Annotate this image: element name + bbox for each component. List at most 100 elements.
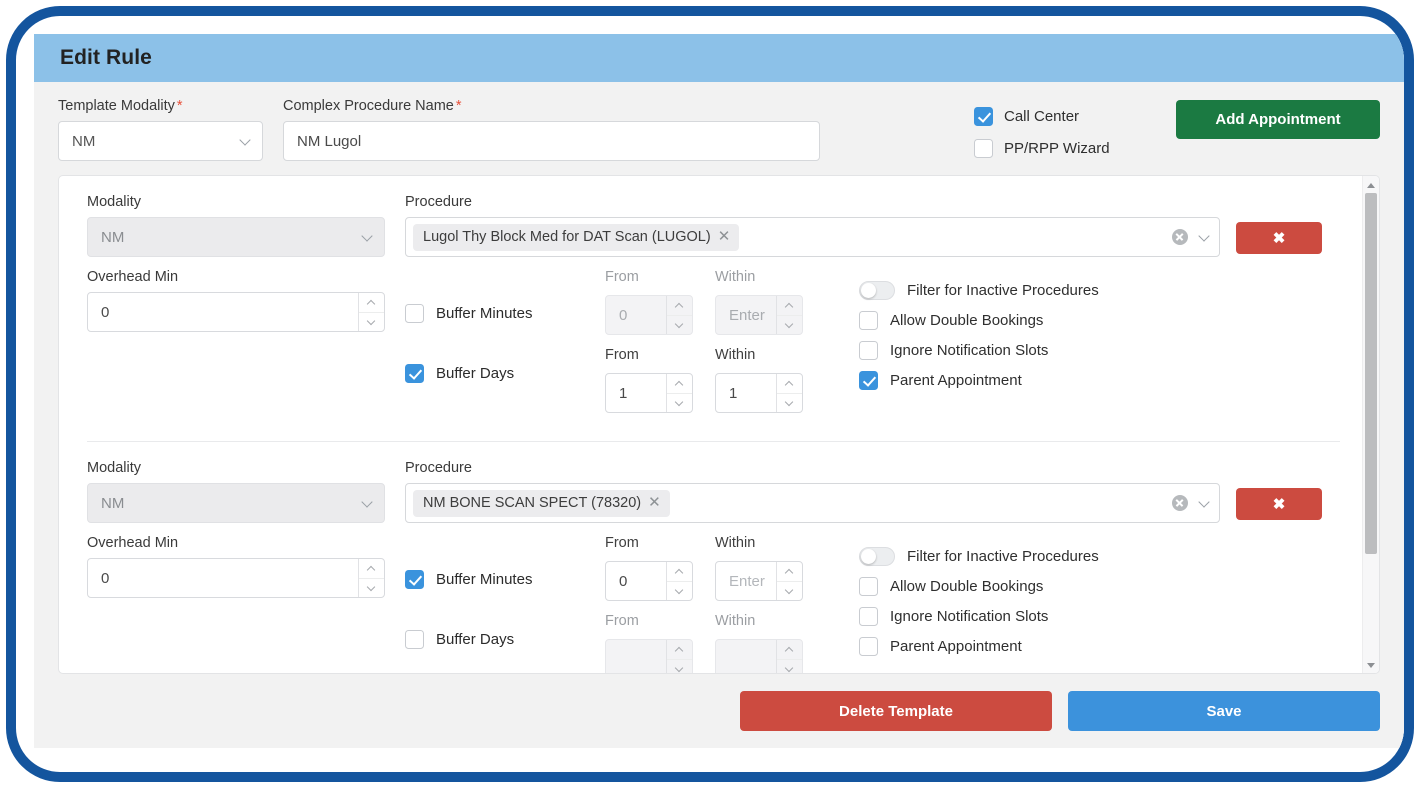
stepper-up-button[interactable]: [777, 562, 802, 581]
buffer-minutes-within-stepper[interactable]: Enter: [715, 295, 803, 335]
stepper-up-button[interactable]: [777, 640, 802, 659]
page-title: Edit Rule: [60, 46, 152, 69]
remove-procedure-button[interactable]: ✖: [1236, 222, 1322, 254]
stepper-down-button[interactable]: [777, 581, 802, 600]
clear-icon[interactable]: [1172, 229, 1188, 245]
allow-double-bookings-row[interactable]: Allow Double Bookings: [859, 571, 1340, 601]
complex-procedure-name-input[interactable]: [283, 121, 820, 161]
tag-remove-icon[interactable]: ✕: [648, 495, 661, 510]
procedure-tag-label: NM BONE SCAN SPECT (78320): [423, 494, 642, 511]
parent-appointment-checkbox[interactable]: [859, 636, 878, 656]
row-procedure-field: Procedure Lugol Thy Block Med for DAT Sc…: [405, 194, 1220, 257]
call-center-label: Call Center: [1004, 107, 1080, 125]
call-center-checkbox-row[interactable]: Call Center: [974, 100, 1110, 132]
row-modality-select[interactable]: NM: [87, 217, 385, 257]
save-button[interactable]: Save: [1068, 691, 1380, 731]
buffer-days-within-stepper[interactable]: [715, 639, 803, 673]
stepper-down-button[interactable]: [667, 315, 692, 334]
buffer-days-from-label: From: [605, 613, 639, 629]
scroll-down-button[interactable]: [1363, 656, 1379, 673]
allow-double-bookings-checkbox[interactable]: [859, 310, 878, 330]
ignore-notification-slots-row[interactable]: Ignore Notification Slots: [859, 601, 1340, 631]
buffer-days-from-stepper[interactable]: [605, 639, 693, 673]
buffer-days-from-stepper[interactable]: 1: [605, 373, 693, 413]
add-appointment-button[interactable]: Add Appointment: [1176, 100, 1380, 139]
parent-appointment-row[interactable]: Parent Appointment: [859, 365, 1340, 395]
buffer-days-checkbox-row[interactable]: Buffer Days: [405, 343, 605, 403]
parent-appointment-row[interactable]: Parent Appointment: [859, 631, 1340, 661]
stepper-down-button[interactable]: [777, 659, 802, 673]
ignore-notification-slots-checkbox[interactable]: [859, 606, 878, 626]
allow-double-bookings-checkbox[interactable]: [859, 576, 878, 596]
filter-inactive-row[interactable]: Filter for Inactive Procedures: [859, 275, 1340, 305]
template-modality-value: NM: [72, 132, 96, 150]
overhead-min-stepper[interactable]: 0: [87, 292, 385, 332]
buffer-days-within-value: [716, 640, 776, 673]
buffer-days-within-label: Within: [715, 347, 756, 363]
buffer-days-label: Buffer Days: [436, 630, 515, 648]
edit-rule-dialog: Edit Rule Template Modality * NM Complex …: [34, 34, 1404, 748]
required-asterisk: *: [455, 98, 462, 114]
stepper-down-button[interactable]: [777, 315, 802, 334]
buffer-minutes-checkbox[interactable]: [405, 303, 424, 323]
allow-double-bookings-row[interactable]: Allow Double Bookings: [859, 305, 1340, 335]
buffer-minutes-checkbox[interactable]: [405, 569, 424, 589]
stepper-down-button[interactable]: [667, 393, 692, 412]
filter-inactive-row[interactable]: Filter for Inactive Procedures: [859, 541, 1340, 571]
template-modality-select[interactable]: NM: [58, 121, 263, 161]
stepper-down-button[interactable]: [359, 578, 384, 597]
stepper-up-button[interactable]: [777, 374, 802, 393]
stepper-down-button[interactable]: [777, 393, 802, 412]
stepper-up-button[interactable]: [667, 296, 692, 315]
clear-icon[interactable]: [1172, 495, 1188, 511]
row-procedure-field: Procedure NM BONE SCAN SPECT (78320) ✕: [405, 460, 1220, 523]
buffer-minutes-within-stepper[interactable]: Enter: [715, 561, 803, 601]
row-buffer-section: Buffer Minutes Buffer Days: [405, 269, 835, 425]
scroll-up-button[interactable]: [1363, 176, 1379, 193]
overhead-min-stepper[interactable]: 0: [87, 558, 385, 598]
buffer-minutes-from-label: From: [605, 535, 639, 551]
buffer-days-checkbox[interactable]: [405, 363, 424, 383]
delete-template-button[interactable]: Delete Template: [740, 691, 1052, 731]
buffer-minutes-checkbox-row[interactable]: Buffer Minutes: [405, 283, 605, 343]
row-procedure-multiselect[interactable]: Lugol Thy Block Med for DAT Scan (LUGOL)…: [405, 217, 1220, 257]
buffer-days-checkbox-row[interactable]: Buffer Days: [405, 609, 605, 669]
row-procedure-label: Procedure: [405, 194, 472, 210]
buffer-minutes-from-stepper[interactable]: 0: [605, 561, 693, 601]
buffer-value-columns: From 0: [605, 269, 835, 425]
stepper-up-button[interactable]: [359, 559, 384, 578]
buffer-days-checkbox[interactable]: [405, 629, 424, 649]
stepper-up-button[interactable]: [359, 293, 384, 312]
stepper-up-button[interactable]: [667, 640, 692, 659]
row-procedure-multiselect[interactable]: NM BONE SCAN SPECT (78320) ✕: [405, 483, 1220, 523]
stepper-up-button[interactable]: [667, 562, 692, 581]
buffer-days-label: Buffer Days: [436, 364, 515, 382]
stepper-up-button[interactable]: [777, 296, 802, 315]
scrollbar-thumb[interactable]: [1365, 193, 1377, 555]
parent-appointment-checkbox[interactable]: [859, 370, 878, 390]
stepper-down-button[interactable]: [359, 312, 384, 331]
call-center-checkbox[interactable]: [974, 106, 993, 126]
vertical-scrollbar[interactable]: [1362, 176, 1379, 673]
stepper-up-button[interactable]: [667, 374, 692, 393]
pp-rpp-wizard-checkbox-row[interactable]: PP/RPP Wizard: [974, 132, 1110, 164]
ignore-notification-slots-checkbox[interactable]: [859, 340, 878, 360]
chevron-down-icon[interactable]: [1199, 497, 1211, 509]
scrollbar-track[interactable]: [1363, 193, 1379, 656]
filter-inactive-toggle[interactable]: [859, 546, 895, 566]
buffer-minutes-checkbox-row[interactable]: Buffer Minutes: [405, 549, 605, 609]
row-buffer-section: Buffer Minutes Buffer Days: [405, 535, 835, 673]
buffer-minutes-from-stepper[interactable]: 0: [605, 295, 693, 335]
stepper-buttons: [776, 374, 802, 412]
row-modality-select[interactable]: NM: [87, 483, 385, 523]
filter-inactive-toggle[interactable]: [859, 280, 895, 300]
stepper-down-button[interactable]: [667, 581, 692, 600]
ignore-notification-slots-row[interactable]: Ignore Notification Slots: [859, 335, 1340, 365]
remove-procedure-button[interactable]: ✖: [1236, 488, 1322, 520]
stepper-down-button[interactable]: [667, 659, 692, 673]
pp-rpp-wizard-checkbox[interactable]: [974, 138, 993, 158]
chevron-down-icon[interactable]: [1199, 231, 1211, 243]
buffer-days-within-stepper[interactable]: 1: [715, 373, 803, 413]
tag-remove-icon[interactable]: ✕: [718, 229, 731, 244]
allow-double-bookings-label: Allow Double Bookings: [890, 311, 1044, 329]
